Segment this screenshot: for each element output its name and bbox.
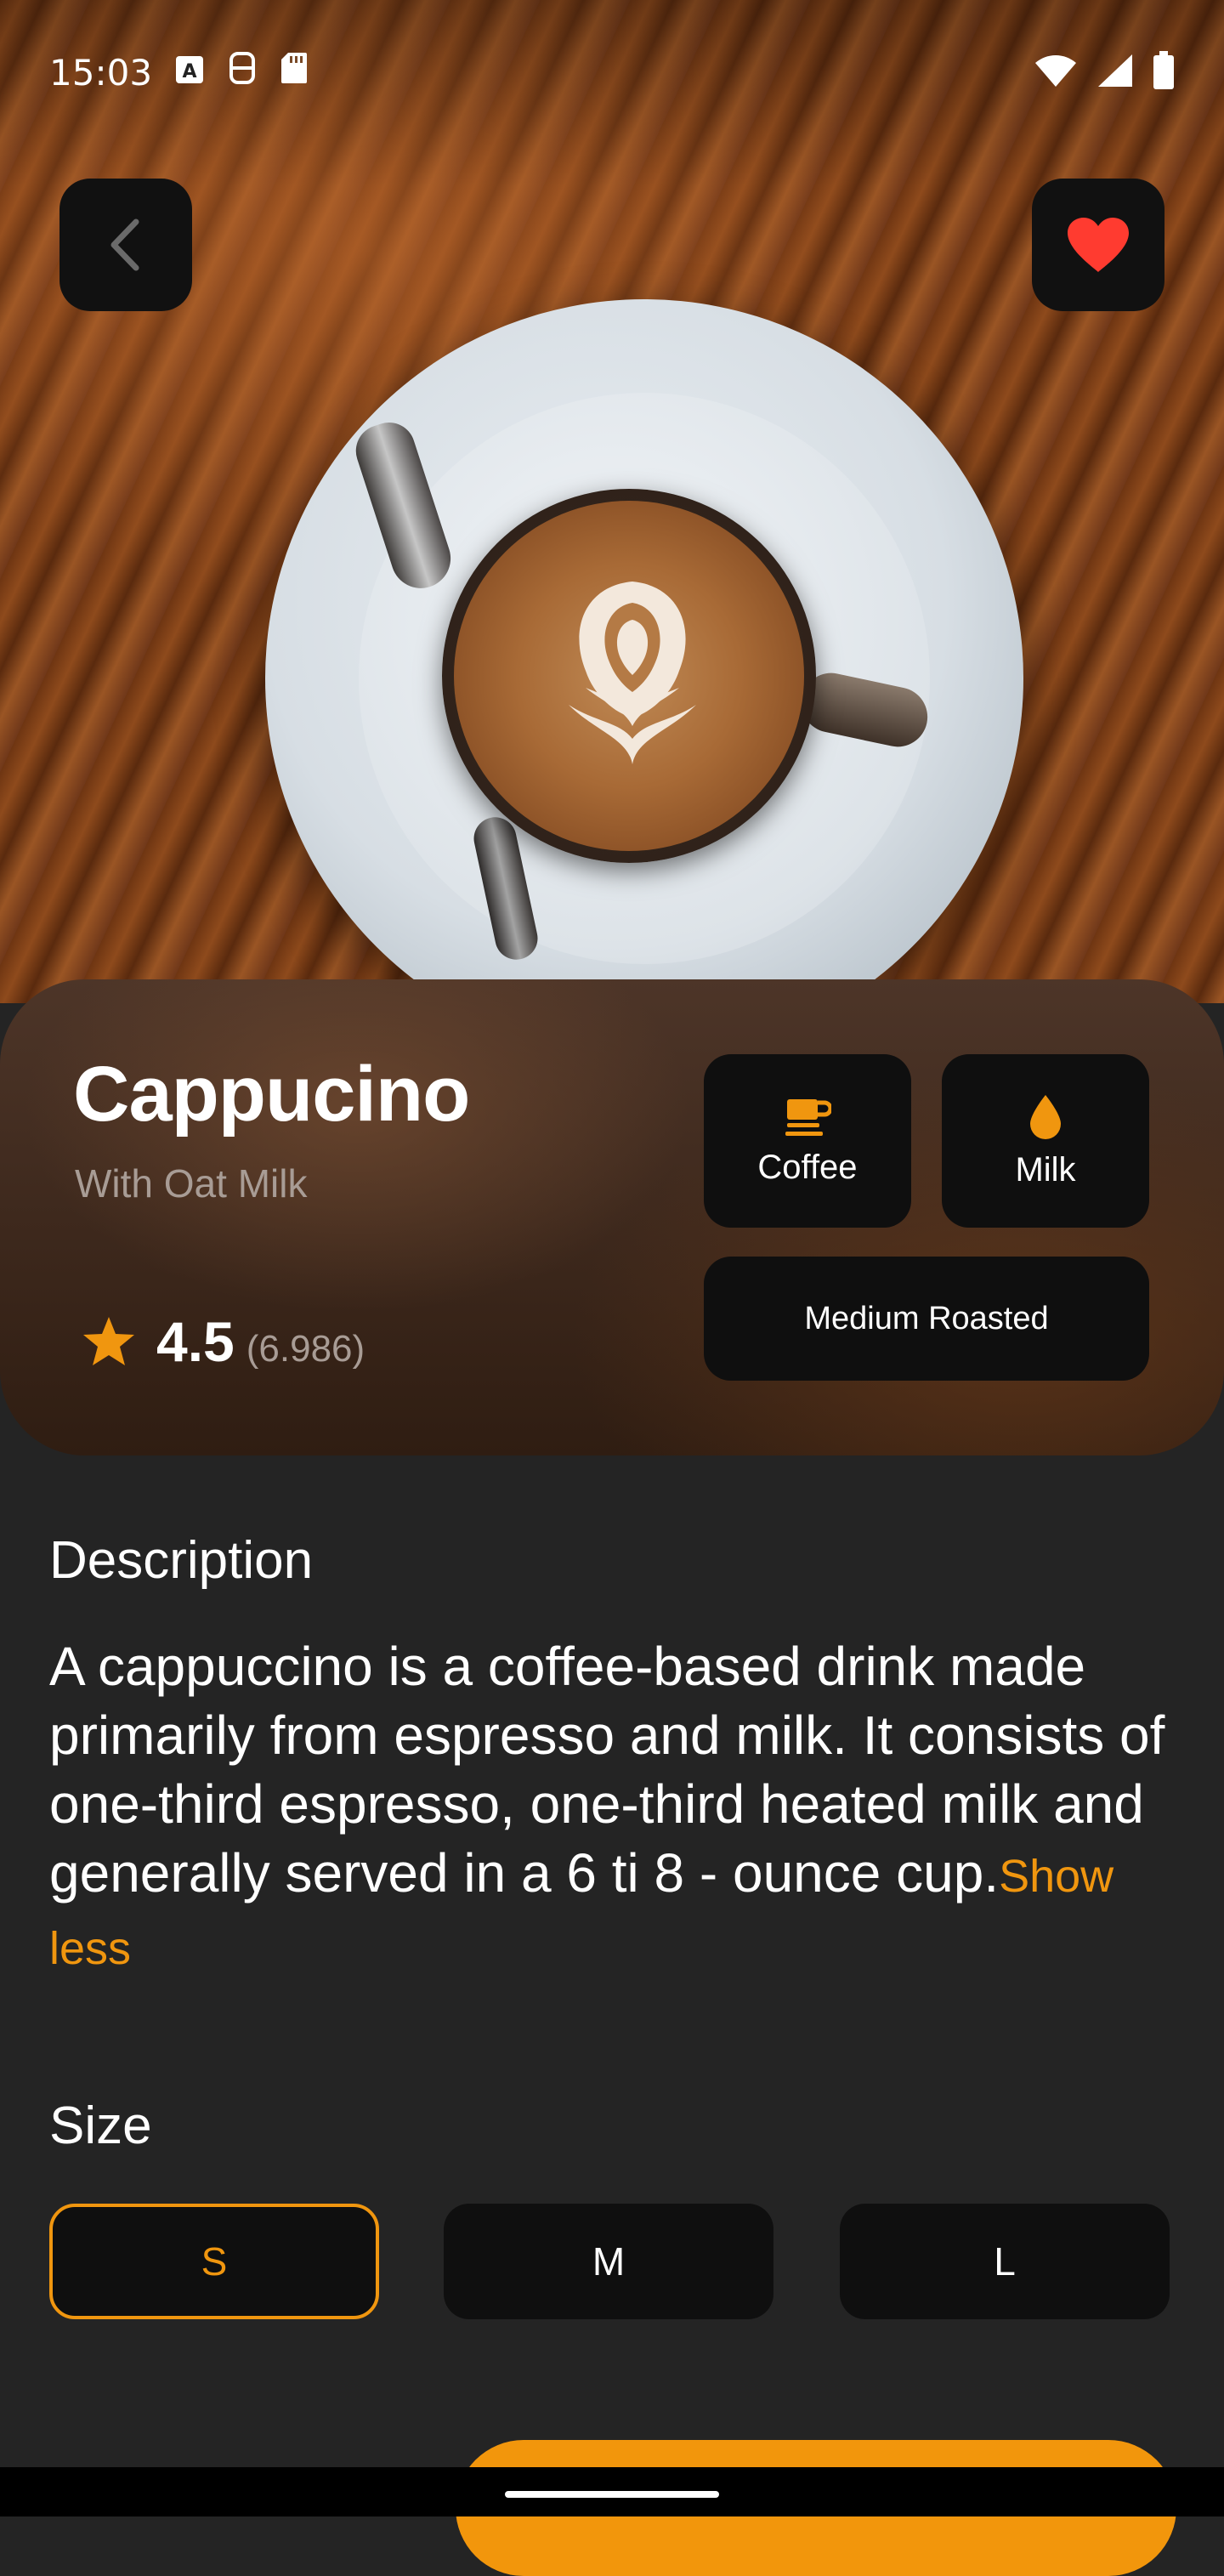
rating: 4.5 (6.986)	[82, 1309, 365, 1374]
chip-coffee: Coffee	[704, 1054, 911, 1228]
product-name: Cappucino	[73, 1051, 470, 1138]
svg-text:A: A	[183, 61, 197, 82]
size-option-m[interactable]: M	[444, 2204, 774, 2319]
sd-card-icon	[280, 51, 309, 94]
product-subtitle: With Oat Milk	[75, 1161, 308, 1206]
chip-milk: Milk	[942, 1054, 1149, 1228]
battery-icon	[1153, 51, 1175, 94]
latte-art	[569, 582, 696, 764]
description-title: Description	[49, 1531, 314, 1590]
chip-coffee-label: Coffee	[757, 1148, 858, 1186]
size-option-l[interactable]: L	[840, 2204, 1170, 2319]
signal-icon	[1096, 53, 1134, 92]
product-image	[0, 0, 1224, 1003]
heart-icon	[1068, 218, 1129, 272]
rating-value: 4.5	[156, 1310, 235, 1373]
drop-icon	[1030, 1094, 1061, 1139]
chip-roast: Medium Roasted	[704, 1257, 1149, 1381]
sim-icon	[227, 51, 258, 94]
size-option-s[interactable]: S	[49, 2204, 379, 2319]
wifi-icon	[1034, 53, 1078, 92]
description-body: A cappuccino is a coffee-based drink mad…	[49, 1636, 1165, 1904]
cup-image	[442, 489, 816, 863]
rating-count: (6.986)	[246, 1328, 366, 1370]
back-button[interactable]	[60, 179, 192, 311]
size-title: Size	[49, 2097, 152, 2155]
status-bar: 15:03 A	[0, 0, 1224, 145]
favorite-button[interactable]	[1032, 179, 1164, 311]
saucer-image	[265, 299, 1023, 1003]
description-text: A cappuccino is a coffee-based drink mad…	[49, 1632, 1180, 1983]
spoon-image	[348, 416, 459, 596]
chevron-left-icon	[110, 218, 139, 271]
star-icon	[83, 1317, 134, 1365]
chip-roast-label: Medium Roasted	[804, 1300, 1049, 1336]
coffee-cup-icon	[785, 1098, 831, 1136]
chip-milk-label: Milk	[1015, 1150, 1076, 1189]
home-indicator[interactable]	[505, 2491, 719, 2498]
a-box-icon: A	[174, 52, 205, 94]
status-time: 15:03	[49, 51, 153, 94]
coffee-surface	[454, 501, 804, 851]
